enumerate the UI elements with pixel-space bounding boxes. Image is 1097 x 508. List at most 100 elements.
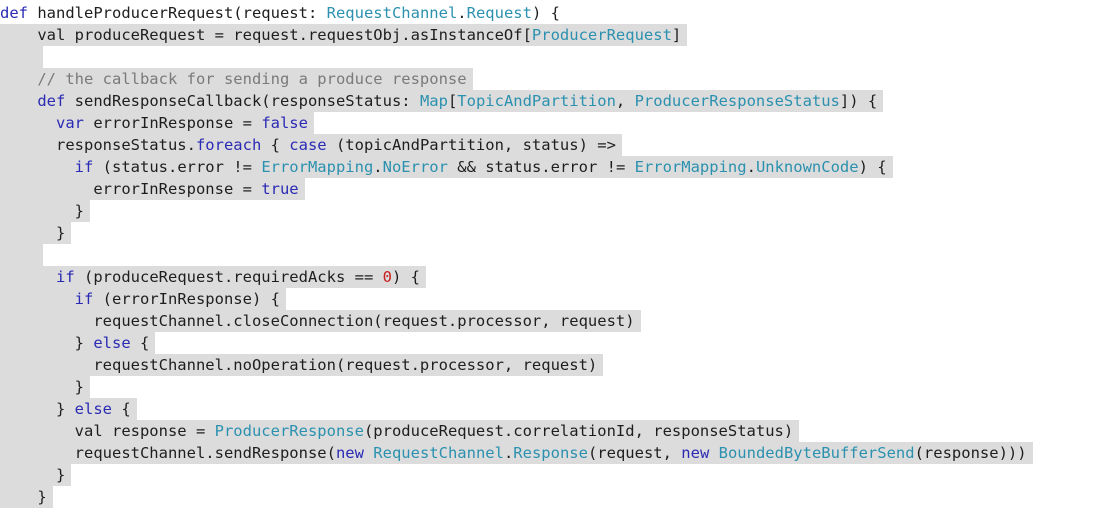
code-token: errorInResponse = (0, 180, 262, 198)
code-line-content: // the callback for sending a produce re… (0, 68, 473, 90)
code-token: { (130, 334, 150, 352)
code-token: foreach (195, 136, 262, 154)
code-token: RequestChannel (326, 4, 458, 22)
code-token: NoError (382, 158, 448, 176)
code-token: def (37, 92, 66, 110)
code-token: (topicAndPartition, status) => (326, 136, 616, 154)
code-token: TopicAndPartition (457, 92, 616, 110)
code-token: var (56, 114, 84, 132)
code-token: ]) { (839, 92, 878, 110)
code-token: } (0, 224, 66, 242)
code-token: } (0, 400, 75, 418)
code-token: requestChannel.closeConnection(request.p… (0, 312, 635, 330)
code-token: responseStatus. (0, 136, 196, 154)
code-token: UnknownCode (755, 158, 859, 176)
code-line-content: requestChannel.sendResponse(new RequestC… (0, 442, 1033, 464)
code-token: errorInResponse = (84, 114, 262, 132)
code-line: responseStatus.foreach { case (topicAndP… (0, 134, 1097, 156)
code-line-content: requestChannel.noOperation(request.proce… (0, 354, 604, 376)
code-token: 0 (382, 268, 392, 286)
code-line-content: } (0, 376, 90, 398)
code-token: handleProducerRequest(request: (28, 4, 327, 22)
code-line: errorInResponse = true (0, 178, 1097, 200)
code-line-content (0, 244, 44, 266)
code-token: ) { (858, 158, 887, 176)
code-line: // the callback for sending a produce re… (0, 68, 1097, 90)
code-token: ) { (531, 4, 560, 22)
code-line-content: val produceRequest = request.requestObj.… (0, 24, 688, 46)
code-token: ErrorMapping (261, 158, 374, 176)
code-token: ProducerRequest (531, 26, 672, 44)
code-token: } (0, 488, 47, 506)
code-token: ) { (391, 268, 420, 286)
code-line-content: var errorInResponse = false (0, 112, 314, 134)
code-token: val produceRequest = request.requestObj.… (0, 26, 532, 44)
code-token: { (111, 400, 131, 418)
code-token: { (261, 136, 290, 154)
code-line-content: } (0, 222, 72, 244)
code-token: def (0, 4, 28, 22)
code-token: ] (671, 26, 682, 44)
code-token: ProducerResponseStatus (634, 92, 840, 110)
code-token: if (74, 158, 94, 176)
code-line: if (produceRequest.requiredAcks == 0) { (0, 266, 1097, 288)
code-token: . (746, 158, 756, 176)
code-token: false (261, 114, 308, 132)
code-token: (produceRequest.correlationId, responseS… (363, 422, 794, 440)
code-token: if (74, 290, 94, 308)
code-token: (produceRequest.requiredAcks == (74, 268, 383, 286)
code-token: true (261, 180, 299, 198)
code-line-content: requestChannel.closeConnection(request.p… (0, 310, 641, 332)
code-line-content: } (0, 200, 90, 222)
code-line-content: } else { (0, 398, 137, 420)
code-token: val response = (0, 422, 215, 440)
code-line: } (0, 222, 1097, 244)
code-line-content: errorInResponse = true (0, 178, 305, 200)
code-line-content: val response = ProducerResponse(produceR… (0, 420, 800, 442)
code-token: ProducerResponse (214, 422, 364, 440)
code-line-content: if (status.error != ErrorMapping.NoError… (0, 156, 893, 178)
code-snippet: def handleProducerRequest(request: Reque… (0, 0, 1097, 508)
code-token: ErrorMapping (634, 158, 747, 176)
code-line-content: if (produceRequest.requiredAcks == 0) { (0, 266, 426, 288)
code-token: } (0, 202, 84, 220)
code-token: . (373, 158, 383, 176)
code-line-content: } else { (0, 332, 156, 354)
code-token: case (289, 136, 327, 154)
code-token: new (681, 444, 710, 462)
code-token: BoundedByteBufferSend (718, 444, 915, 462)
code-token: Map (419, 92, 448, 110)
code-token: sendResponseCallback(responseStatus: (65, 92, 420, 110)
code-line: } else { (0, 332, 1097, 354)
code-line (0, 244, 1097, 266)
code-token: else (74, 400, 112, 418)
code-token: new (335, 444, 364, 462)
code-line (0, 46, 1097, 68)
code-line: val response = ProducerResponse(produceR… (0, 420, 1097, 442)
code-line-content: } (0, 464, 72, 486)
code-token: (request, (587, 444, 682, 462)
code-line-content: if (errorInResponse) { (0, 288, 286, 310)
code-token: (response))) (914, 444, 1027, 462)
code-line-content (0, 46, 44, 68)
code-token: (errorInResponse) { (93, 290, 280, 308)
code-line-content: def handleProducerRequest(request: Reque… (0, 4, 560, 22)
code-line: def handleProducerRequest(request: Reque… (0, 2, 1097, 24)
code-line: } else { (0, 398, 1097, 420)
code-token: Request (466, 4, 532, 22)
code-token: } (0, 466, 66, 484)
code-line: def sendResponseCallback(responseStatus:… (0, 90, 1097, 112)
code-token: } (0, 334, 94, 352)
code-line: requestChannel.closeConnection(request.p… (0, 310, 1097, 332)
code-line: val produceRequest = request.requestObj.… (0, 24, 1097, 46)
code-token: (status.error != (93, 158, 262, 176)
